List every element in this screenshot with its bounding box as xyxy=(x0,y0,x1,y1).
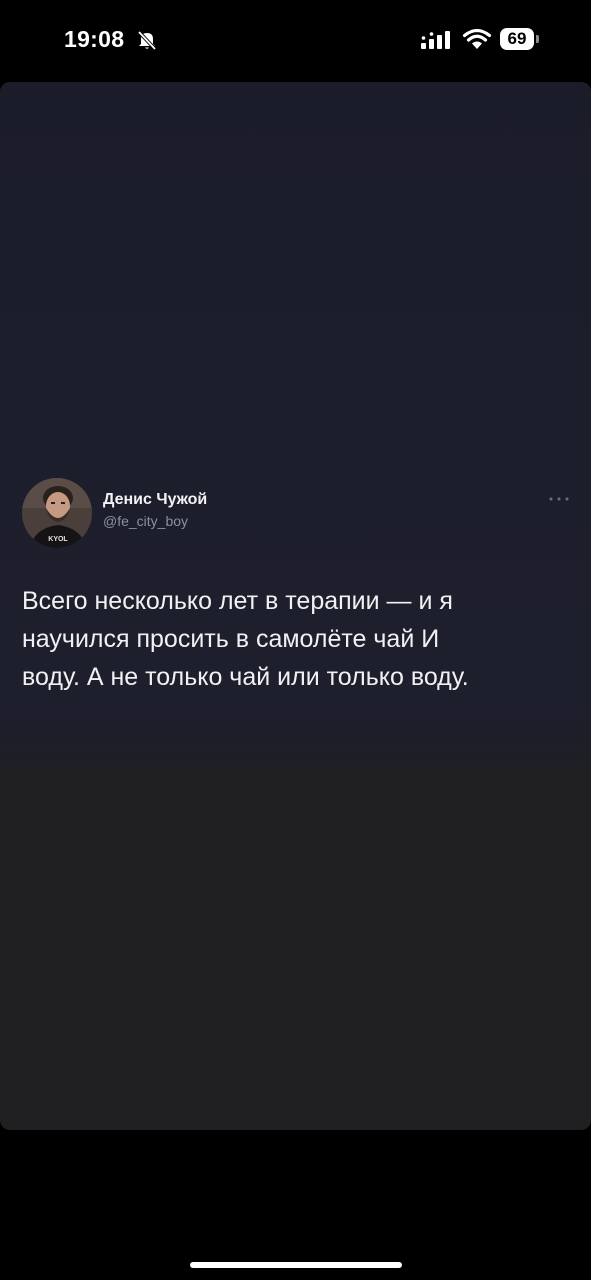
tweet-text: Всего несколько лет в терапии — и я науч… xyxy=(22,587,469,691)
status-bar: 19:08 69 xyxy=(0,0,591,80)
wifi-icon xyxy=(462,28,492,49)
battery-tip xyxy=(536,35,539,43)
status-time: 19:08 xyxy=(64,26,125,52)
author-name: Денис Чужой xyxy=(103,491,208,508)
avatar-shirt-text: KYOL xyxy=(48,536,68,543)
tweet-image-fade xyxy=(0,722,591,782)
battery-level: 69 xyxy=(500,28,534,50)
signal-icon xyxy=(421,31,450,49)
tweet-screenshot: KYOL Денис Чужой @fe_city_boy Всего неск… xyxy=(0,82,591,762)
author-handle: @fe_city_boy xyxy=(103,513,189,529)
battery-icon: 69 xyxy=(500,28,540,50)
home-indicator[interactable] xyxy=(190,1262,402,1268)
bell-off-icon xyxy=(137,30,157,51)
avatar: KYOL xyxy=(22,478,92,548)
media-card[interactable]: KYOL Денис Чужой @fe_city_boy Всего неск… xyxy=(0,82,591,1130)
more-icon xyxy=(549,497,569,501)
